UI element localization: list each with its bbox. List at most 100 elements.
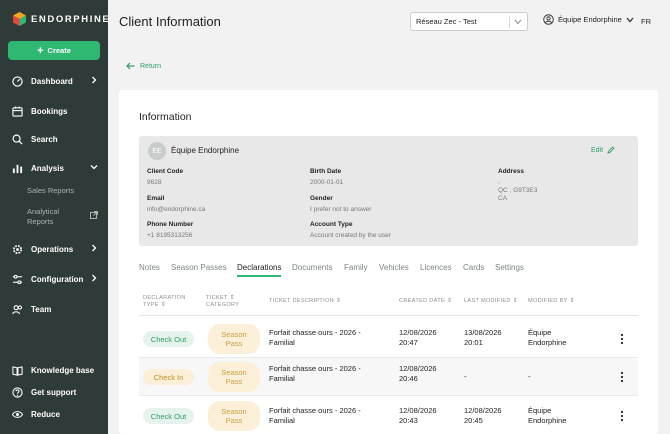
badge-line: Pass <box>225 416 243 425</box>
more-options-icon[interactable] <box>619 333 625 345</box>
brand[interactable]: ENDORPHINE <box>13 12 110 26</box>
account-type-label: Account Type <box>310 221 353 228</box>
sidebar-item-label: Knowledge base <box>31 365 95 375</box>
address-line-3: CA <box>498 195 508 202</box>
create-button[interactable]: + Create <box>8 41 100 60</box>
user-menu[interactable]: Équipe Endorphine <box>543 14 634 25</box>
created-date: 12/08/2026 20:43 <box>399 406 437 426</box>
pencil-icon <box>607 146 615 154</box>
sort-icon: ⇕ <box>512 298 519 304</box>
badge-line: Season <box>221 407 247 416</box>
table-row[interactable]: Check In Season Pass Forfait chasse ours … <box>139 358 638 396</box>
sidebar-item-configuration[interactable]: Configuration <box>12 271 100 287</box>
search-icon <box>12 134 23 145</box>
tab-vehicles[interactable]: Vehicles <box>379 263 409 272</box>
select-divider <box>509 16 510 28</box>
active-tab-indicator <box>237 275 281 277</box>
return-link[interactable]: Return <box>126 62 161 70</box>
cell-line: Équipe <box>528 328 552 337</box>
gender-label: Gender <box>310 195 333 202</box>
client-code-label: Client Code <box>147 168 184 175</box>
sidebar-item-operations[interactable]: Operations <box>12 241 100 257</box>
email-value: info@endorphine.ca <box>147 206 206 213</box>
create-label: Create <box>47 46 71 55</box>
sidebar-item-search[interactable]: Search <box>12 131 100 147</box>
sidebar-item-reduce[interactable]: Reduce <box>12 406 100 422</box>
sort-icon: ⇕ <box>335 298 342 304</box>
table-row[interactable]: Check Out Season Pass Forfait chasse ours… <box>139 320 638 358</box>
edit-button[interactable]: Edit <box>591 146 615 154</box>
network-select-value: Réseau Zec - Test <box>416 17 477 26</box>
arrow-left-icon <box>126 62 135 70</box>
cell-line: 12/08/2026 <box>399 328 437 337</box>
tab-cards[interactable]: Cards <box>463 263 484 272</box>
help-icon <box>12 386 23 398</box>
ticket-category-badge: Season Pass <box>208 362 260 392</box>
header-line: TICKET DESCRIPTION <box>269 298 334 304</box>
column-header-ticket-description[interactable]: TICKET DESCRIPTION ⇕ <box>269 298 341 305</box>
sidebar-item-analysis[interactable]: Analysis <box>12 160 100 176</box>
chevron-down-icon <box>626 17 634 22</box>
cell-line: 20:47 <box>399 338 418 347</box>
birth-date-value: 2000-01-01 <box>310 179 344 186</box>
sidebar-item-label: Search <box>31 134 58 144</box>
tab-family[interactable]: Family <box>344 263 368 272</box>
header-line: MODIFIED BY <box>528 298 568 304</box>
sort-icon: ⇕ <box>446 298 453 304</box>
sidebar-item-knowledge-base[interactable]: Knowledge base <box>12 362 100 378</box>
chevron-right-icon <box>92 274 97 282</box>
created-date: 12/08/2026 20:47 <box>399 328 437 348</box>
sort-icon: ⇕ <box>229 295 236 301</box>
table-row[interactable]: Check Out Season Pass Forfait chasse ours… <box>139 397 638 434</box>
sidebar-item-get-support[interactable]: Get support <box>12 384 100 400</box>
brand-name: ENDORPHINE <box>31 13 111 25</box>
client-code-value: 9628 <box>147 179 162 186</box>
cell-line: 20:46 <box>399 374 418 383</box>
sidebar-item-bookings[interactable]: Bookings <box>12 103 100 119</box>
sidebar-subitem-analytical-reports[interactable]: Analytical Reports <box>27 207 85 227</box>
tab-notes[interactable]: Notes <box>139 263 160 272</box>
user-circle-icon <box>543 14 554 25</box>
sidebar-subitem-sales-reports[interactable]: Sales Reports <box>27 186 74 196</box>
column-header-created-date[interactable]: CREATED DATE ⇕ <box>399 298 452 305</box>
cell-line: 13/08/2026 <box>464 328 502 337</box>
header-line: CREATED DATE <box>399 298 445 304</box>
cell-line: Endorphine <box>528 338 567 347</box>
email-label: Email <box>147 195 165 202</box>
modified-by: Équipe Endorphine <box>528 328 566 348</box>
column-header-last-modified[interactable]: LAST MODIFIED ⇕ <box>464 298 518 305</box>
declaration-type-badge: Check Out <box>143 331 194 347</box>
ticket-description: Forfait chasse ours - 2026 - Familial <box>269 364 361 384</box>
header-line: CATEGORY <box>206 302 240 308</box>
edit-label: Edit <box>591 146 604 154</box>
network-select[interactable]: Réseau Zec - Test <box>410 12 528 31</box>
declaration-type-badge: Check In <box>143 369 194 385</box>
cell-line: - <box>528 372 531 381</box>
header-line: TICKET <box>206 295 228 301</box>
cell-line: Forfait chasse ours - 2026 - <box>269 364 361 373</box>
avatar: EE <box>148 142 166 160</box>
cell-line: 12/08/2026 <box>464 406 502 415</box>
calendar-icon <box>12 105 23 117</box>
tab-settings[interactable]: Settings <box>495 263 524 272</box>
more-options-icon[interactable] <box>619 371 625 383</box>
cell-line: Endorphine <box>528 416 567 425</box>
top-header: Client Information Réseau Zec - Test Équ… <box>108 0 670 44</box>
language-toggle[interactable]: FR <box>641 17 651 26</box>
tab-documents[interactable]: Documents <box>292 263 332 272</box>
column-header-modified-by[interactable]: MODIFIED BY ⇕ <box>528 298 575 305</box>
cell-line: 20:43 <box>399 416 418 425</box>
sidebar-item-label: Operations <box>31 244 74 254</box>
tab-licences[interactable]: Licences <box>420 263 452 272</box>
tab-season-passes[interactable]: Season Passes <box>171 263 227 272</box>
more-options-icon[interactable] <box>619 410 625 422</box>
client-info-card: EE Équipe Endorphine Edit Client Code 96… <box>139 136 638 246</box>
ticket-description: Forfait chasse ours - 2026 - Familial <box>269 406 361 426</box>
sidebar-item-dashboard[interactable]: Dashboard <box>12 73 100 89</box>
sidebar-item-team[interactable]: Team <box>12 301 100 317</box>
column-header-ticket-category[interactable]: TICKET ⇕ CATEGORY <box>206 295 239 309</box>
column-header-declaration-type[interactable]: DECLARATION TYPE ⇕ <box>143 295 186 309</box>
tab-declarations[interactable]: Declarations <box>237 263 281 272</box>
badge-line: Pass <box>225 377 243 386</box>
sidebar-item-label: Dashboard <box>31 76 73 86</box>
